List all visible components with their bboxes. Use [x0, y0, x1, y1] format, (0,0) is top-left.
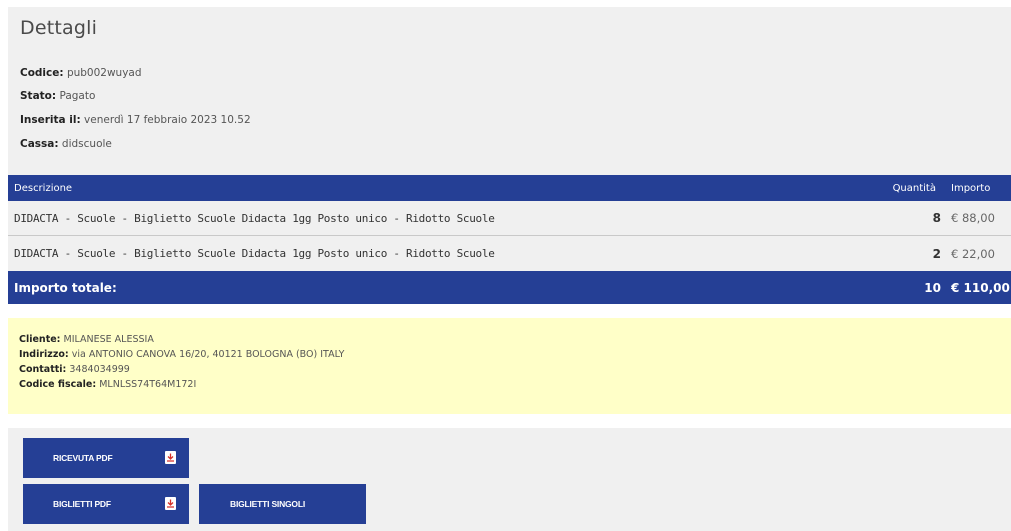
- pdf-icon: [165, 451, 176, 464]
- cassa-label: Cassa:: [20, 138, 59, 150]
- biglietti-singoli-button[interactable]: BIGLIETTI SINGOLI: [199, 484, 366, 524]
- row-quantity: 8: [932, 211, 941, 225]
- codice-fiscale-value: MLNLSS74T64M172I: [99, 379, 197, 390]
- row-quantity: 2: [932, 246, 941, 261]
- codice-value: pub002wuyad: [66, 67, 142, 79]
- row-amount: € 22,00: [951, 246, 995, 261]
- cliente-label: Cliente:: [19, 334, 61, 345]
- indirizzo-row: Indirizzo: via ANTONIO CANOVA 16/20, 401…: [19, 349, 344, 360]
- indirizzo-label: Indirizzo:: [19, 349, 69, 360]
- header-description: Descrizione: [14, 182, 73, 194]
- contatti-row: Contatti: 3484034999: [19, 364, 130, 375]
- row-description: DIDACTA - Scuole - Biglietto Scuole Dida…: [14, 247, 495, 260]
- row-amount: € 88,00: [951, 211, 995, 225]
- header-amount: Importo: [951, 182, 991, 194]
- codice-fiscale-label: Codice fiscale:: [19, 379, 97, 390]
- actions-panel: RICEVUTA PDF BIGLIETTI PDF BIGLIETTI SIN…: [8, 428, 1011, 531]
- row-description: DIDACTA - Scuole - Biglietto Scuole Dida…: [14, 211, 495, 225]
- codice-row: Codice: pub002wuyad: [20, 67, 142, 79]
- table-header: Descrizione Quantità Importo: [8, 175, 1011, 201]
- page-title: Dettagli: [20, 17, 98, 39]
- biglietti-pdf-button[interactable]: BIGLIETTI PDF: [23, 484, 189, 524]
- ricevuta-pdf-button[interactable]: RICEVUTA PDF: [23, 438, 189, 478]
- cassa-row: Cassa: didscuole: [20, 138, 112, 150]
- contatti-label: Contatti:: [19, 364, 67, 375]
- details-panel: Dettagli Codice: pub002wuyad Stato: Paga…: [8, 7, 1011, 175]
- pdf-icon: [165, 497, 176, 510]
- ricevuta-pdf-label: RICEVUTA PDF: [53, 453, 113, 463]
- total-quantity: 10: [924, 280, 941, 295]
- cliente-row: Cliente: MILANESE ALESSIA: [19, 334, 154, 345]
- total-amount: € 110,00: [951, 280, 1010, 295]
- total-label: Importo totale:: [14, 280, 117, 295]
- biglietti-singoli-label: BIGLIETTI SINGOLI: [230, 499, 305, 509]
- table-total: Importo totale: 10 € 110,00: [8, 271, 1011, 304]
- contatti-value: 3484034999: [69, 364, 130, 375]
- inserita-value: venerdì 17 febbraio 2023 10.52: [84, 114, 251, 126]
- stato-label: Stato:: [20, 90, 57, 102]
- cliente-value: MILANESE ALESSIA: [63, 334, 154, 345]
- stato-row: Stato: Pagato: [20, 90, 95, 102]
- cassa-value: didscuole: [61, 138, 112, 150]
- indirizzo-value: via ANTONIO CANOVA 16/20, 40121 BOLOGNA …: [71, 349, 345, 360]
- inserita-label: Inserita il:: [20, 114, 81, 126]
- codice-fiscale-row: Codice fiscale: MLNLSS74T64M172I: [19, 379, 196, 390]
- header-quantity: Quantità: [892, 182, 936, 194]
- biglietti-pdf-label: BIGLIETTI PDF: [53, 499, 111, 509]
- client-panel: Cliente: MILANESE ALESSIA Indirizzo: via…: [8, 318, 1011, 414]
- stato-value: Pagato: [59, 90, 96, 102]
- table-row: DIDACTA - Scuole - Biglietto Scuole Dida…: [8, 201, 1011, 236]
- table-row: DIDACTA - Scuole - Biglietto Scuole Dida…: [8, 236, 1011, 271]
- inserita-row: Inserita il: venerdì 17 febbraio 2023 10…: [20, 114, 251, 126]
- codice-label: Codice:: [20, 67, 64, 79]
